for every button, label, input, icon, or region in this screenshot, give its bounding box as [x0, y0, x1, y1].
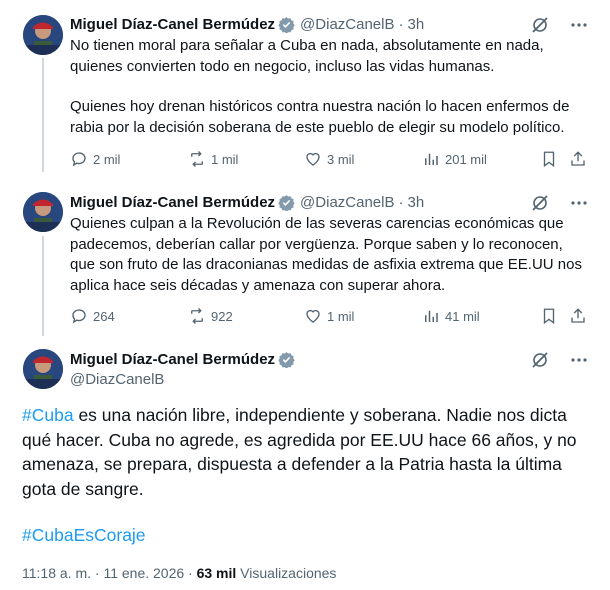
main-tweet-hashtags: #CubaEsCoraje	[22, 523, 582, 548]
reply-icon	[72, 152, 86, 167]
author-handle[interactable]: @DiazCanelB	[300, 16, 394, 33]
thread-line	[42, 58, 44, 172]
views-label: Visualizaciones	[236, 565, 337, 581]
grok-icon[interactable]	[530, 193, 550, 213]
tweet-paragraph: No tienen moral para señalar a Cuba en n…	[70, 37, 544, 75]
retweet-icon	[191, 308, 203, 324]
author-handle-line: @DiazCanelB	[70, 369, 164, 389]
bookmark-icon[interactable]	[540, 150, 558, 168]
tweet-header: Miguel Díaz-Canel Bermúdez	[70, 349, 300, 369]
retweet-count: 1 mil	[211, 151, 239, 167]
retweet-button[interactable]: 922	[188, 306, 233, 326]
hashtag-link[interactable]: #Cuba	[22, 405, 74, 425]
tweet-timestamp[interactable]: 11:18 a. m. · 11 ene. 2026 ·	[22, 565, 197, 581]
share-icon[interactable]	[569, 150, 587, 168]
reply-icon	[72, 309, 86, 324]
reply-button[interactable]: 264	[70, 306, 115, 326]
bookmark-icon[interactable]	[540, 307, 558, 325]
reply-count: 2 mil	[93, 151, 121, 167]
like-icon	[306, 152, 320, 166]
verified-badge-icon	[278, 16, 295, 33]
verified-badge-icon	[278, 351, 295, 368]
tweet-header: Miguel Díaz-Canel Bermúdez @DiazCanelB ·…	[70, 192, 424, 212]
avatar[interactable]	[23, 15, 63, 55]
like-button[interactable]: 3 mil	[304, 149, 354, 169]
author-name[interactable]: Miguel Díaz-Canel Bermúdez	[70, 16, 275, 33]
tweet-1[interactable]: Miguel Díaz-Canel Bermúdez @DiazCanelB ·…	[0, 0, 610, 180]
tweet-paragraph: Quienes culpan a la Revolución de las se…	[70, 215, 582, 294]
views-count: 201 mil	[445, 151, 487, 167]
tweet-paragraph: Quienes hoy drenan históricos contra nue…	[70, 98, 570, 136]
views-button[interactable]: 201 mil	[422, 149, 487, 169]
separator-dot: ·	[398, 15, 404, 33]
tweet-header: Miguel Díaz-Canel Bermúdez @DiazCanelB ·…	[70, 14, 424, 34]
like-button[interactable]: 1 mil	[304, 306, 354, 326]
avatar[interactable]	[23, 349, 63, 389]
author-handle[interactable]: @DiazCanelB	[300, 194, 394, 211]
thread-line	[42, 236, 44, 336]
grok-icon[interactable]	[530, 350, 550, 370]
views-icon	[425, 310, 438, 322]
reply-count: 264	[93, 308, 115, 324]
tweet-time[interactable]: 3h	[407, 16, 424, 33]
tweet-text: Quienes culpan a la Revolución de las se…	[70, 214, 590, 296]
main-tweet: Miguel Díaz-Canel Bermúdez @DiazCanelB #…	[0, 338, 610, 590]
tweet-text: No tienen moral para señalar a Cuba en n…	[70, 36, 590, 138]
verified-badge-icon	[278, 194, 295, 211]
author-handle[interactable]: @DiazCanelB	[70, 371, 164, 388]
like-count: 1 mil	[327, 308, 355, 324]
retweet-icon	[191, 151, 203, 167]
tweet-top-actions	[530, 350, 588, 370]
like-icon	[306, 309, 320, 323]
author-name[interactable]: Miguel Díaz-Canel Bermúdez	[70, 194, 275, 211]
more-icon[interactable]	[570, 350, 588, 370]
more-icon[interactable]	[570, 193, 588, 213]
tweet-actions: 264 922 1 mil 41 mil	[70, 306, 590, 326]
like-count: 3 mil	[327, 151, 355, 167]
retweet-button[interactable]: 1 mil	[188, 149, 238, 169]
tweet-2[interactable]: Miguel Díaz-Canel Bermúdez @DiazCanelB ·…	[0, 180, 610, 338]
views-button[interactable]: 41 mil	[422, 306, 480, 326]
main-tweet-body: es una nación libre, independiente y sob…	[22, 405, 577, 499]
avatar[interactable]	[23, 192, 63, 232]
grok-icon[interactable]	[530, 15, 550, 35]
views-count: 41 mil	[445, 308, 480, 324]
hashtag-link[interactable]: #CubaEsCoraje	[22, 525, 146, 545]
tweet-top-actions	[530, 193, 588, 213]
reply-button[interactable]: 2 mil	[70, 149, 120, 169]
separator-dot: ·	[398, 193, 404, 211]
tweet-actions: 2 mil 1 mil 3 mil 201 mil	[70, 149, 590, 169]
tweet-time[interactable]: 3h	[407, 194, 424, 211]
main-tweet-text: #Cuba es una nación libre, independiente…	[22, 403, 582, 501]
share-icon[interactable]	[569, 307, 587, 325]
tweet-meta: 11:18 a. m. · 11 ene. 2026 · 63 mil Visu…	[22, 565, 336, 581]
retweet-count: 922	[211, 308, 233, 324]
more-icon[interactable]	[570, 15, 588, 35]
views-total: 63 mil	[196, 565, 237, 581]
author-name[interactable]: Miguel Díaz-Canel Bermúdez	[70, 351, 275, 368]
views-icon	[425, 153, 438, 165]
tweet-top-actions	[530, 15, 588, 35]
